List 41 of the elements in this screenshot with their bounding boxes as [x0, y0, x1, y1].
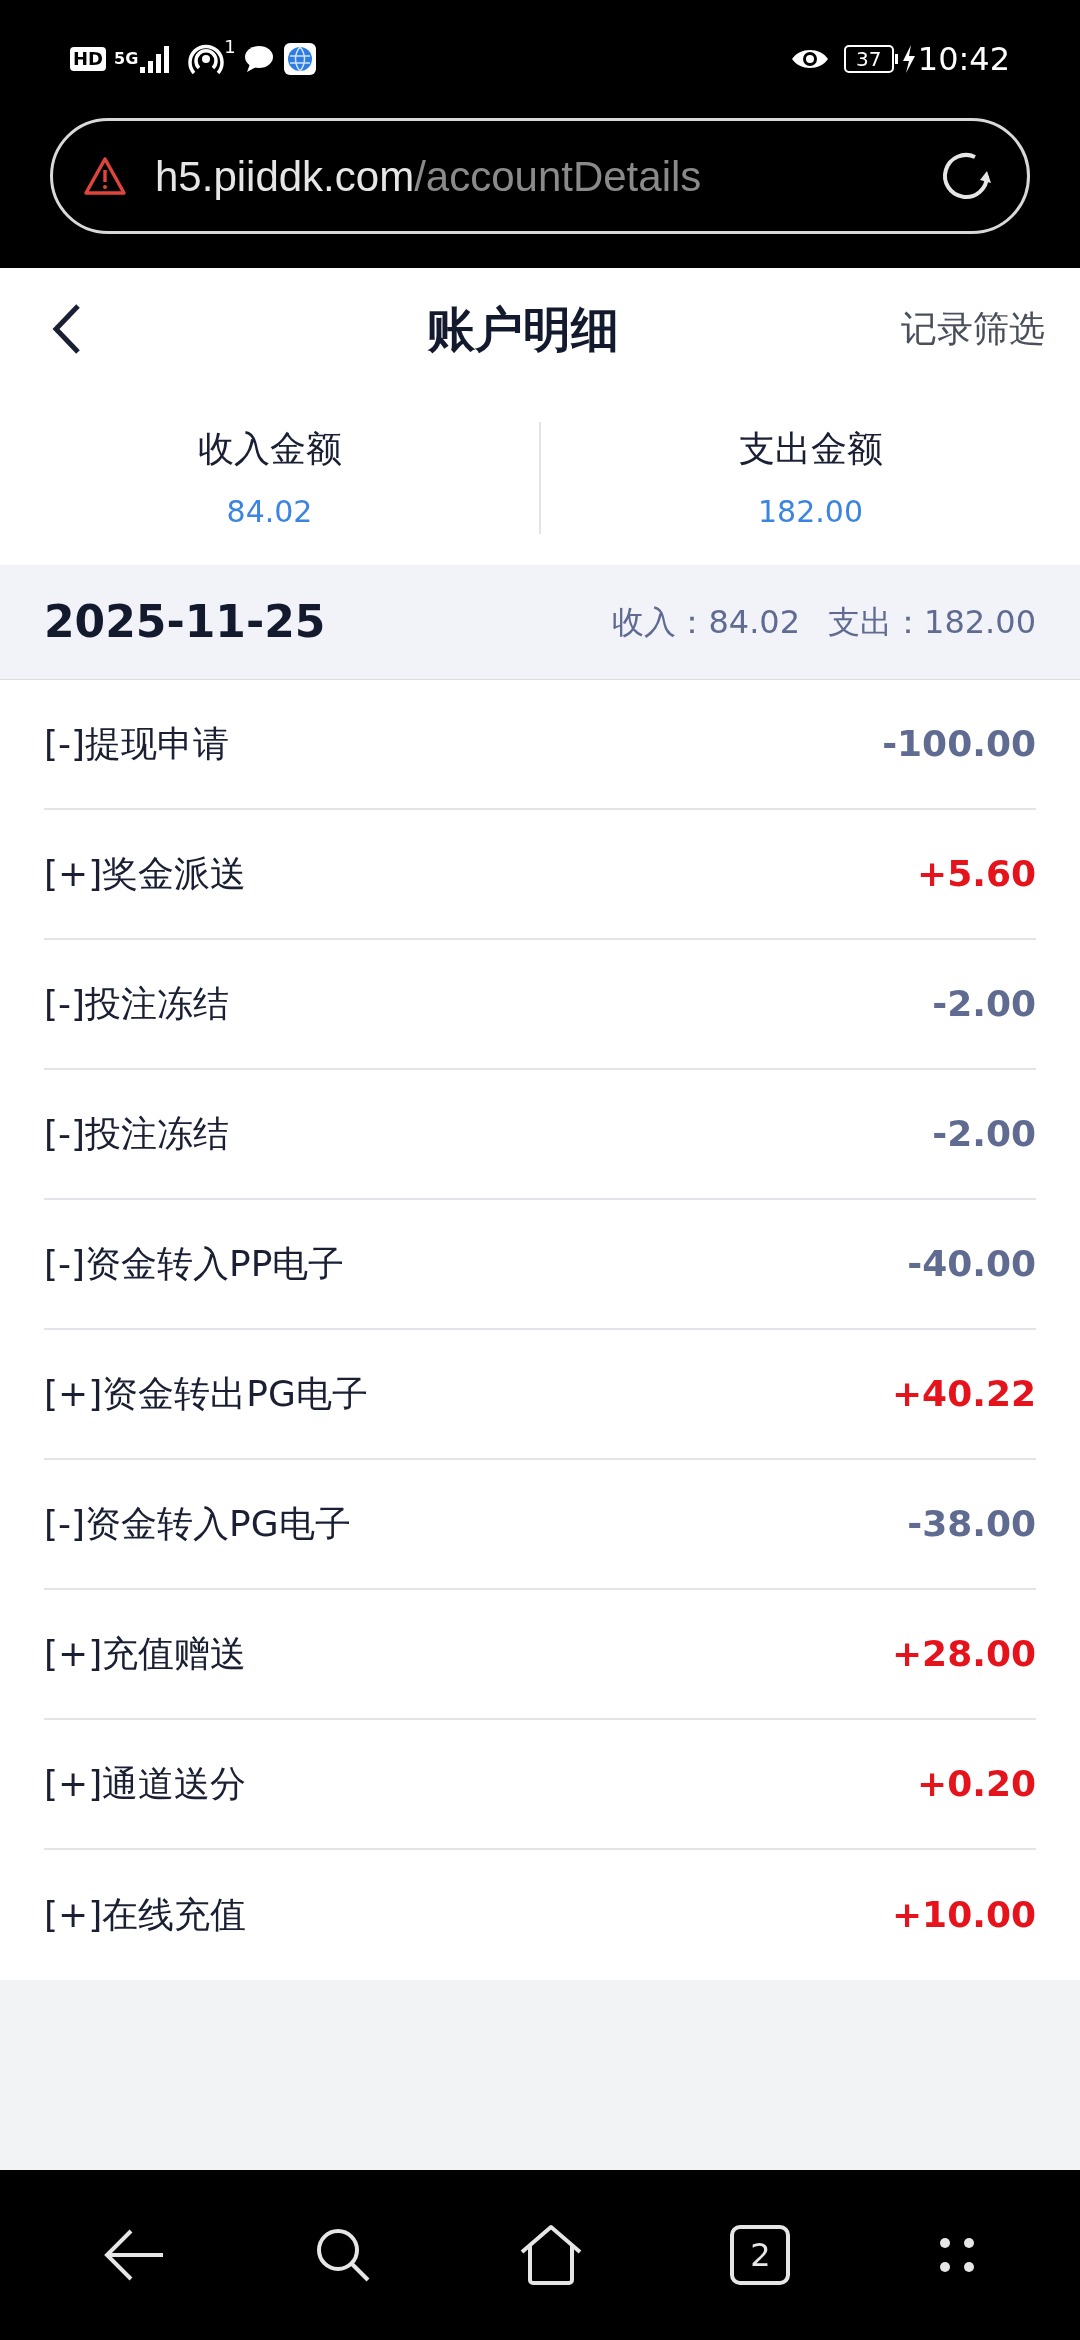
record-label: [-]资金转入PG电子 — [44, 1502, 352, 1546]
charging-icon — [901, 45, 916, 73]
record-label: [+]奖金派送 — [44, 852, 248, 896]
record-amount: -2.00 — [932, 982, 1036, 1026]
record-amount: -100.00 — [882, 722, 1036, 766]
clock: 10:42 — [917, 43, 1010, 75]
record-label: [+]充值赠送 — [44, 1632, 248, 1676]
record-amount: +5.60 — [917, 852, 1036, 896]
daily-expense: 支出：182.00 — [828, 602, 1036, 643]
record-label: [-]投注冻结 — [44, 1112, 231, 1156]
tabs-button[interactable]: 2 — [730, 2225, 791, 2285]
record-amount: +28.00 — [891, 1632, 1036, 1676]
record-label: [-]提现申请 — [44, 722, 231, 766]
summary-label: 收入金额 — [197, 426, 342, 471]
hotspot-icon — [188, 42, 225, 76]
record-label: [+]资金转出PG电子 — [44, 1372, 369, 1416]
summary-value: 84.02 — [226, 492, 313, 531]
record-amount: -38.00 — [907, 1502, 1036, 1546]
warning-icon — [83, 156, 127, 196]
filter-records-link[interactable]: 记录筛选 — [901, 302, 1045, 356]
record-label: [+]通道送分 — [44, 1762, 248, 1806]
summary-label: 支出金额 — [738, 426, 883, 471]
record-amount: +40.22 — [891, 1372, 1036, 1416]
url-text: h5.piiddk.com/accountDetails — [155, 151, 702, 202]
chat-bubble-icon — [243, 45, 274, 73]
globe-app-icon — [283, 43, 316, 75]
date-text: 2025-11-25 — [44, 595, 327, 649]
hd-indicator: HD — [70, 47, 106, 71]
address-bar[interactable]: h5.piiddk.com/accountDetails — [50, 118, 1030, 234]
page-title: 账户明细 — [426, 300, 619, 359]
record-amount: -2.00 — [932, 1112, 1036, 1156]
hotspot-count: 1 — [224, 38, 236, 56]
record-amount: +0.20 — [917, 1762, 1036, 1806]
daily-income: 收入：84.02 — [612, 602, 801, 643]
record-amount: -40.00 — [907, 1242, 1036, 1286]
summary-value: 182.00 — [758, 492, 863, 531]
record-amount: +10.00 — [891, 1893, 1036, 1937]
record-label: [-]资金转入PP电子 — [44, 1242, 346, 1286]
record-label: [-]投注冻结 — [44, 982, 231, 1026]
record-label: [+]在线充值 — [44, 1893, 248, 1937]
network-type: 5G — [114, 51, 139, 67]
